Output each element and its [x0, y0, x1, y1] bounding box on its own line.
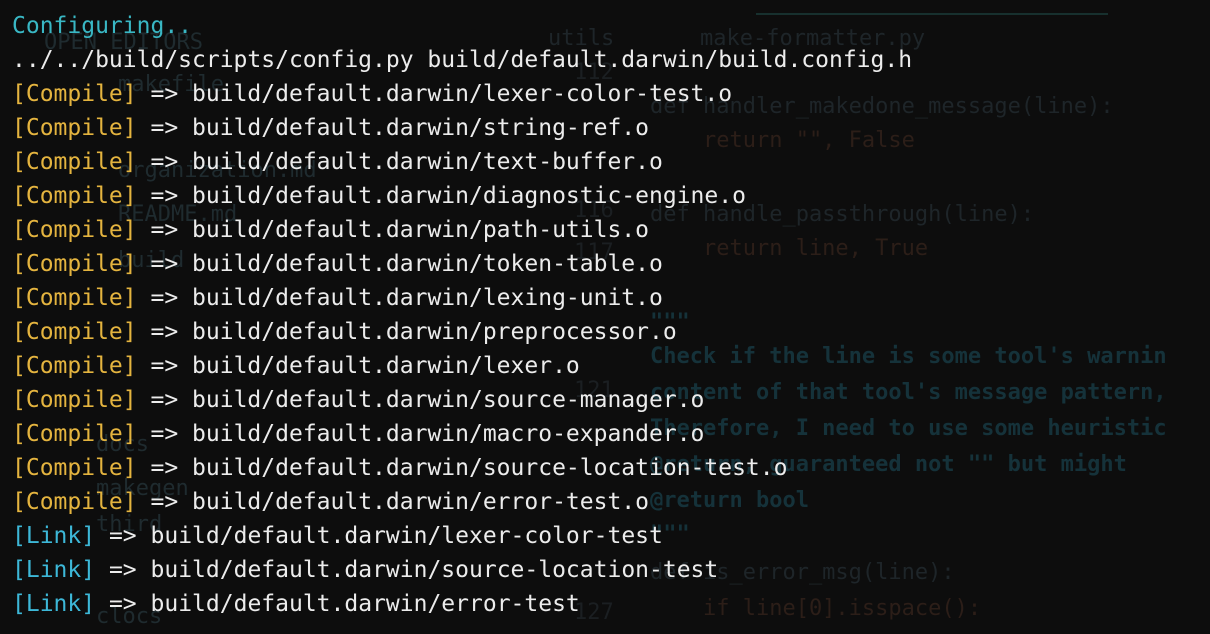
arrow-symbol: => — [150, 319, 179, 345]
compile-line-tag: [Compile] — [12, 387, 137, 413]
compile-line: [Compile] => build/default.darwin/source… — [12, 451, 912, 485]
arrow-symbol: => — [150, 285, 179, 311]
arrow-symbol: => — [150, 421, 179, 447]
compile-line: [Compile] => build/default.darwin/error-… — [12, 485, 912, 519]
arrow-symbol: => — [150, 455, 179, 481]
arrow-symbol: => — [108, 591, 137, 617]
compile-line-target: build/default.darwin/source-location-tes… — [192, 455, 788, 481]
arrow-symbol: => — [108, 523, 137, 549]
arrow-symbol: => — [150, 251, 179, 277]
compile-line-target: build/default.darwin/lexer-color-test.o — [192, 81, 733, 107]
compile-line: [Compile] => build/default.darwin/path-u… — [12, 213, 912, 247]
arrow-symbol: => — [150, 81, 179, 107]
compile-line-target: build/default.darwin/preprocessor.o — [192, 319, 677, 345]
compile-line-target: build/default.darwin/string-ref.o — [192, 115, 650, 141]
compile-line-tag: [Compile] — [12, 285, 137, 311]
compile-line-tag: [Compile] — [12, 115, 137, 141]
compile-line-tag: [Compile] — [12, 353, 137, 379]
compile-line-tag: [Compile] — [12, 455, 137, 481]
link-line: [Link] => build/default.darwin/source-lo… — [12, 553, 912, 587]
compile-line-tag: [Compile] — [12, 489, 137, 515]
link-line-tag: [Link] — [12, 557, 96, 583]
compile-line-target: build/default.darwin/source-manager.o — [192, 387, 705, 413]
compile-line-tag: [Compile] — [12, 149, 137, 175]
link-line-tag: [Link] — [12, 591, 96, 617]
compile-line: [Compile] => build/default.darwin/lexer-… — [12, 77, 912, 111]
arrow-symbol: => — [150, 183, 179, 209]
compile-line-target: build/default.darwin/token-table.o — [192, 251, 663, 277]
configuring-status: Configuring.. — [12, 13, 193, 39]
compile-line: [Compile] => build/default.darwin/macro-… — [12, 417, 912, 451]
compile-lines: [Compile] => build/default.darwin/lexer-… — [12, 77, 912, 519]
config-command-line: ../../build/scripts/config.py build/defa… — [12, 47, 913, 73]
compile-line-tag: [Compile] — [12, 217, 137, 243]
arrow-symbol: => — [150, 217, 179, 243]
arrow-symbol: => — [150, 489, 179, 515]
arrow-symbol: => — [150, 353, 179, 379]
link-line: [Link] => build/default.darwin/error-tes… — [12, 587, 912, 621]
arrow-symbol: => — [108, 557, 137, 583]
compile-line-target: build/default.darwin/error-test.o — [192, 489, 650, 515]
compile-line-target: build/default.darwin/path-utils.o — [192, 217, 650, 243]
compile-line: [Compile] => build/default.darwin/diagno… — [12, 179, 912, 213]
compile-line: [Compile] => build/default.darwin/source… — [12, 383, 912, 417]
compile-line: [Compile] => build/default.darwin/string… — [12, 111, 912, 145]
compile-line: [Compile] => build/default.darwin/token-… — [12, 247, 912, 281]
compile-line-tag: [Compile] — [12, 319, 137, 345]
compile-line-tag: [Compile] — [12, 421, 137, 447]
link-lines: [Link] => build/default.darwin/lexer-col… — [12, 519, 912, 621]
compile-line: [Compile] => build/default.darwin/text-b… — [12, 145, 912, 179]
compile-line: [Compile] => build/default.darwin/lexing… — [12, 281, 912, 315]
link-line: [Link] => build/default.darwin/lexer-col… — [12, 519, 912, 553]
link-line-tag: [Link] — [12, 523, 96, 549]
compile-line-tag: [Compile] — [12, 183, 137, 209]
compile-line-tag: [Compile] — [12, 251, 137, 277]
link-line-target: build/default.darwin/source-location-tes… — [150, 557, 719, 583]
compile-line: [Compile] => build/default.darwin/lexer.… — [12, 349, 912, 383]
arrow-symbol: => — [150, 149, 179, 175]
compile-line-tag: [Compile] — [12, 81, 137, 107]
arrow-symbol: => — [150, 387, 179, 413]
link-line-target: build/default.darwin/error-test — [150, 591, 580, 617]
compile-line-target: build/default.darwin/diagnostic-engine.o — [192, 183, 746, 209]
link-line-target: build/default.darwin/lexer-color-test — [150, 523, 663, 549]
compile-line-target: build/default.darwin/lexing-unit.o — [192, 285, 663, 311]
terminal-output[interactable]: Configuring.. ../../build/scripts/config… — [12, 9, 912, 621]
arrow-symbol: => — [150, 115, 179, 141]
compile-line-target: build/default.darwin/lexer.o — [192, 353, 580, 379]
compile-line-target: build/default.darwin/text-buffer.o — [192, 149, 663, 175]
compile-line: [Compile] => build/default.darwin/prepro… — [12, 315, 912, 349]
compile-line-target: build/default.darwin/macro-expander.o — [192, 421, 705, 447]
